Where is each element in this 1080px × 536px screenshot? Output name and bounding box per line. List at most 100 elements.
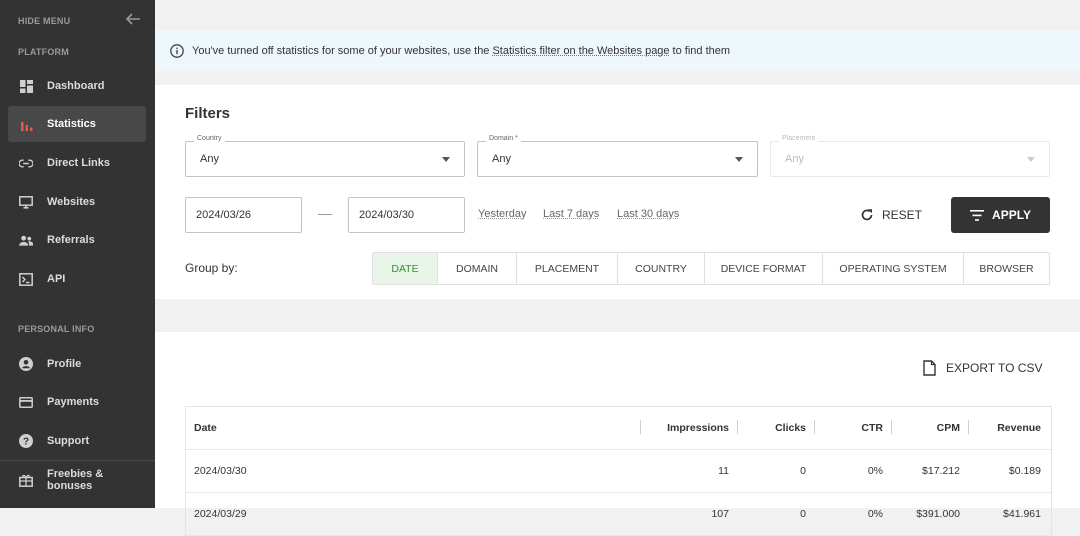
country-select-value: Any — [200, 153, 219, 165]
sidebar-item-label: Websites — [47, 196, 96, 208]
statistics-notice: You've turned off statistics for some of… — [155, 30, 1080, 71]
group-by-country[interactable]: COUNTRY — [617, 253, 704, 284]
websites-page-link[interactable]: Statistics filter on the Websites page — [492, 45, 669, 57]
sidebar-item-label: Profile — [47, 358, 82, 370]
cell-date: 2024/03/29 — [194, 508, 247, 520]
placement-select: Placement Any — [770, 135, 1050, 177]
caret-down-icon — [442, 157, 450, 162]
cell-clicks: 0 — [800, 508, 806, 520]
group-by-browser[interactable]: BROWSER — [963, 253, 1049, 284]
placement-select-value: Any — [785, 153, 804, 165]
cell-ctr: 0% — [867, 508, 883, 520]
date-to-input[interactable]: 2024/03/30 — [348, 197, 465, 233]
cell-impressions: 11 — [718, 465, 729, 477]
domain-select-label: Domain * — [486, 135, 521, 142]
domain-select-value: Any — [492, 153, 511, 165]
people-icon — [19, 233, 33, 247]
refresh-icon — [861, 209, 873, 221]
placement-select-label: Placement — [779, 135, 819, 142]
sidebar-item-dashboard[interactable]: Dashboard — [8, 68, 146, 104]
country-select[interactable]: Country Any — [185, 135, 465, 177]
table-header-row: Date Impressions Clicks CTR CPM Revenue — [186, 407, 1051, 450]
domain-select[interactable]: Domain * Any — [477, 135, 758, 177]
cell-ctr: 0% — [867, 465, 883, 477]
help-icon: ? — [19, 434, 33, 448]
sidebar-item-label: Freebies & bonuses — [47, 468, 104, 492]
column-header-revenue[interactable]: Revenue — [968, 420, 1049, 434]
sidebar-item-payments[interactable]: Payments — [8, 384, 146, 420]
sidebar-item-websites[interactable]: Websites — [8, 184, 146, 220]
sidebar-item-direct-links[interactable]: Direct Links — [8, 145, 146, 181]
sidebar-item-profile[interactable]: Profile — [8, 346, 146, 382]
column-header-date[interactable]: Date — [186, 422, 640, 434]
sidebar-item-label: Support — [47, 435, 90, 447]
table-row: 2024/03/30 11 0 0% $17.212 $0.189 — [186, 450, 1051, 493]
credit-card-icon — [19, 395, 33, 409]
filters-panel: Filters Country Any Domain * Any Placeme… — [155, 85, 1080, 299]
hide-menu-label[interactable]: HIDE MENU — [18, 16, 70, 26]
column-header-cpm[interactable]: CPM — [891, 420, 968, 434]
info-icon — [170, 43, 184, 58]
quick-range-last-30-days[interactable]: Last 30 days — [617, 208, 679, 220]
sidebar-item-support[interactable]: ? Support — [8, 423, 146, 459]
caret-down-icon — [1027, 157, 1035, 162]
caret-down-icon — [735, 157, 743, 162]
group-by-operating-system[interactable]: OPERATING SYSTEM — [822, 253, 963, 284]
filters-title: Filters — [185, 105, 231, 122]
sidebar: HIDE MENU PLATFORM Dashboard Statistics … — [0, 0, 155, 508]
arrow-left-icon[interactable] — [125, 12, 141, 26]
group-by-date[interactable]: DATE — [373, 253, 437, 284]
sidebar-item-referrals[interactable]: Referrals — [8, 222, 146, 258]
filter-icon — [970, 209, 985, 221]
export-csv-label: EXPORT TO CSV — [946, 361, 1043, 375]
cell-cpm: $17.212 — [922, 465, 960, 477]
sidebar-item-label: Dashboard — [47, 80, 105, 92]
column-header-clicks[interactable]: Clicks — [737, 420, 814, 434]
cell-cpm: $391.000 — [916, 508, 960, 520]
reset-button[interactable]: RESET — [860, 197, 922, 233]
monitor-icon — [19, 195, 33, 209]
gift-icon — [19, 473, 33, 487]
apply-button-label: APPLY — [992, 208, 1031, 222]
date-from-input[interactable]: 2024/03/26 — [185, 197, 302, 233]
column-header-ctr[interactable]: CTR — [814, 420, 891, 434]
dashboard-icon — [19, 79, 33, 93]
quick-range-yesterday[interactable]: Yesterday — [478, 208, 527, 220]
bar-chart-icon — [19, 117, 33, 131]
sidebar-item-label: Referrals — [47, 234, 95, 246]
cell-clicks: 0 — [800, 465, 806, 477]
file-icon — [923, 360, 936, 376]
cell-impressions: 107 — [711, 508, 729, 520]
notice-text-before: You've turned off statistics for some of… — [192, 44, 490, 57]
table-row: 2024/03/29 107 0 0% $391.000 $41.961 — [186, 493, 1051, 536]
group-by-label: Group by: — [185, 261, 238, 275]
export-csv-button[interactable]: EXPORT TO CSV — [923, 360, 1042, 376]
link-icon — [19, 156, 33, 170]
column-header-impressions[interactable]: Impressions — [640, 420, 737, 434]
sidebar-item-freebies[interactable]: Freebies & bonuses — [8, 462, 146, 498]
group-by-device-format[interactable]: DEVICE FORMAT — [704, 253, 822, 284]
notice-text-after: to find them — [672, 44, 731, 57]
results-panel: EXPORT TO CSV Date Impressions Clicks CT… — [155, 332, 1080, 536]
svg-text:?: ? — [23, 437, 29, 448]
apply-button[interactable]: APPLY — [951, 197, 1050, 233]
group-by-domain[interactable]: DOMAIN — [437, 253, 516, 284]
personal-info-section-label: PERSONAL INFO — [18, 324, 95, 334]
sidebar-item-label: Payments — [47, 396, 99, 408]
sidebar-item-label: Direct Links — [47, 157, 110, 169]
terminal-icon — [19, 272, 33, 286]
sidebar-item-api[interactable]: API — [8, 261, 146, 297]
cell-revenue: $0.189 — [1008, 465, 1041, 477]
quick-range-last-7-days[interactable]: Last 7 days — [543, 208, 599, 220]
sidebar-divider — [0, 460, 155, 461]
cell-revenue: $41.961 — [1003, 508, 1041, 520]
cell-date: 2024/03/30 — [194, 465, 247, 477]
date-range-dash — [318, 214, 332, 215]
sidebar-item-statistics[interactable]: Statistics — [8, 106, 146, 142]
platform-section-label: PLATFORM — [18, 47, 69, 57]
main-content: You've turned off statistics for some of… — [155, 0, 1080, 536]
country-select-label: Country — [194, 135, 225, 142]
sidebar-item-label: API — [47, 273, 66, 285]
statistics-table: Date Impressions Clicks CTR CPM Revenue … — [185, 406, 1052, 536]
group-by-placement[interactable]: PLACEMENT — [516, 253, 617, 284]
